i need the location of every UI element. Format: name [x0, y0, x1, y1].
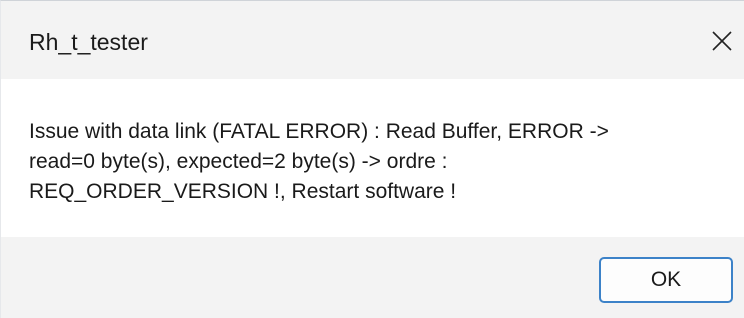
close-button[interactable]: [705, 23, 739, 59]
button-bar: OK: [1, 237, 744, 318]
close-icon: [712, 31, 732, 51]
ok-button[interactable]: OK: [599, 257, 733, 303]
window-title: Rh_t_tester: [29, 29, 148, 55]
error-message: Issue with data link (FATAL ERROR) : Rea…: [29, 120, 609, 203]
error-dialog: Rh_t_tester Issue with data link (FATAL …: [0, 0, 744, 318]
title-bar[interactable]: Rh_t_tester: [1, 1, 744, 79]
message-area: Issue with data link (FATAL ERROR) : Rea…: [1, 79, 744, 237]
